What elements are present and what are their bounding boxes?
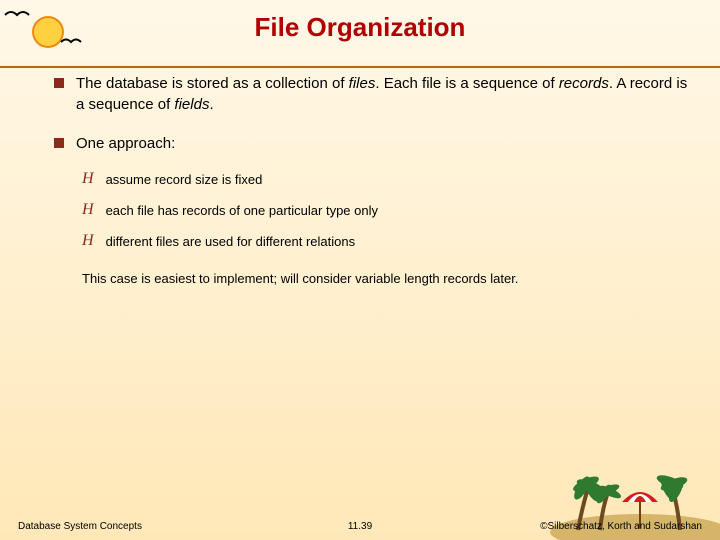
sub-bullet-item: H assume record size is fixed bbox=[82, 172, 690, 189]
sub-bullet-text: each file has records of one particular … bbox=[106, 203, 378, 220]
slide-title: File Organization bbox=[0, 0, 720, 43]
square-bullet-icon bbox=[54, 78, 64, 88]
footer-page-number: 11.39 bbox=[348, 521, 372, 532]
bullet-text: One approach: bbox=[76, 133, 175, 154]
sun-icon bbox=[24, 8, 72, 56]
bullet-item: One approach: bbox=[54, 133, 690, 154]
sub-bullet-item: H each file has records of one particula… bbox=[82, 203, 690, 220]
footer-left: Database System Concepts bbox=[18, 521, 142, 532]
bullet-tail-text: This case is easiest to implement; will … bbox=[82, 265, 690, 294]
square-bullet-icon bbox=[54, 138, 64, 148]
sub-bullet-item: H different files are used for different… bbox=[82, 234, 690, 251]
script-bullet-icon: H bbox=[82, 233, 94, 249]
sub-bullet-text: different files are used for different r… bbox=[106, 234, 356, 251]
script-bullet-icon: H bbox=[82, 202, 94, 218]
footer-copyright: ©Silberschatz, Korth and Sudarshan bbox=[540, 521, 702, 532]
horizon-line bbox=[0, 66, 720, 68]
slide-content: The database is stored as a collection o… bbox=[0, 43, 720, 293]
bird-icon bbox=[60, 36, 82, 48]
sub-bullet-text: assume record size is fixed bbox=[106, 172, 263, 189]
bullet-item: The database is stored as a collection o… bbox=[54, 73, 690, 115]
slide-footer: Database System Concepts 11.39 ©Silbersc… bbox=[0, 521, 720, 532]
bullet-text: The database is stored as a collection o… bbox=[76, 73, 690, 115]
bird-icon bbox=[4, 8, 30, 22]
script-bullet-icon: H bbox=[82, 171, 94, 187]
